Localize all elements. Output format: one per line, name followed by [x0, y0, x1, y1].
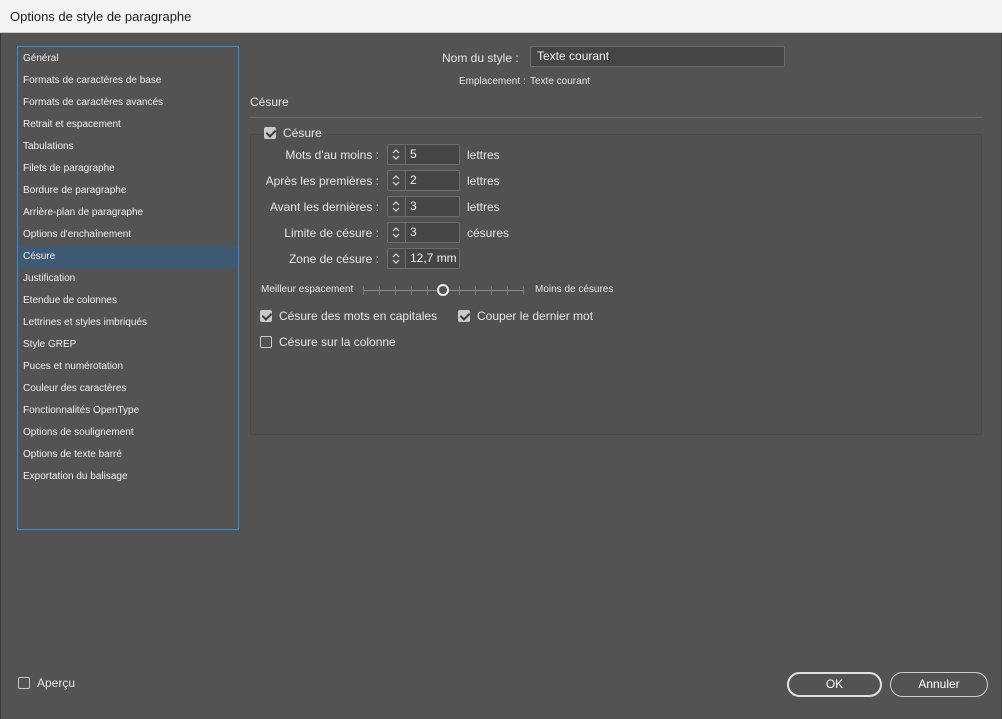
sidebar-item-opentype[interactable]: Fonctionnalités OpenType — [19, 400, 237, 422]
slider-tick — [523, 286, 524, 295]
slider-left-label: Meilleur espacement — [261, 284, 354, 295]
spacing-slider-thumb[interactable] — [437, 284, 449, 296]
sidebar-item-keep-options[interactable]: Options d'enchaînement — [19, 224, 237, 246]
window-title: Options de style de paragraphe — [10, 9, 192, 24]
dialog-body: Général Formats de caractères de base Fo… — [0, 33, 1002, 719]
sidebar-item-character-color[interactable]: Couleur des caractères — [19, 378, 237, 400]
sidebar-item-paragraph-border[interactable]: Bordure de paragraphe — [19, 180, 237, 202]
category-list[interactable]: Général Formats de caractères de base Fo… — [17, 46, 239, 530]
slider-tick — [475, 286, 476, 295]
after-first-unit: lettres — [467, 174, 500, 188]
section-title: Césure — [250, 95, 289, 109]
words-min-input[interactable]: 5 — [405, 144, 460, 165]
after-first-stepper[interactable] — [387, 170, 405, 191]
preview-label[interactable]: Aperçu — [37, 676, 75, 690]
cancel-button[interactable]: Annuler — [890, 672, 988, 697]
sidebar-item-underline-options[interactable]: Options de soulignement — [19, 422, 237, 444]
across-column-checkbox[interactable] — [260, 336, 272, 348]
after-first-label: Après les premières : — [265, 174, 379, 188]
sidebar-item-advanced-character-formats[interactable]: Formats de caractères avancés — [19, 92, 237, 114]
before-last-unit: lettres — [467, 200, 500, 214]
last-word-label[interactable]: Couper le dernier mot — [477, 309, 593, 323]
sidebar-item-general[interactable]: Général — [19, 48, 237, 70]
hyphen-limit-input[interactable]: 3 — [405, 222, 460, 243]
capitalized-label[interactable]: Césure des mots en capitales — [279, 309, 437, 323]
stepper-arrows-icon — [392, 149, 400, 160]
words-min-unit: lettres — [467, 148, 500, 162]
style-name-input[interactable]: Texte courant — [530, 46, 785, 67]
before-last-stepper[interactable] — [387, 196, 405, 217]
stepper-arrows-icon — [392, 253, 400, 264]
after-first-input[interactable]: 2 — [405, 170, 460, 191]
words-min-stepper[interactable] — [387, 144, 405, 165]
before-last-input[interactable]: 3 — [405, 196, 460, 217]
preview-checkbox[interactable] — [18, 677, 30, 689]
hyphen-zone-input[interactable]: 12,7 mm — [405, 248, 460, 269]
slider-tick — [379, 286, 380, 295]
sidebar-item-drop-caps[interactable]: Lettrines et styles imbriqués — [19, 312, 237, 334]
sidebar-item-justification[interactable]: Justification — [19, 268, 237, 290]
across-column-label[interactable]: Césure sur la colonne — [279, 335, 396, 349]
hyphen-zone-stepper[interactable] — [387, 248, 405, 269]
sidebar-item-paragraph-rules[interactable]: Filets de paragraphe — [19, 158, 237, 180]
stepper-arrows-icon — [392, 227, 400, 238]
hyphen-limit-stepper[interactable] — [387, 222, 405, 243]
hyphen-limit-label: Limite de césure : — [284, 226, 379, 240]
sidebar-item-tabs[interactable]: Tabulations — [19, 136, 237, 158]
slider-tick — [491, 286, 492, 295]
title-bar: Options de style de paragraphe — [0, 0, 1002, 33]
sidebar-item-basic-character-formats[interactable]: Formats de caractères de base — [19, 70, 237, 92]
words-min-label: Mots d'au moins : — [285, 148, 379, 162]
hyphen-limit-unit: césures — [467, 226, 510, 240]
slider-tick — [395, 286, 396, 295]
sidebar-item-bullets-numbering[interactable]: Puces et numérotation — [19, 356, 237, 378]
section-divider — [250, 117, 982, 118]
location-label: Emplacement : — [459, 76, 526, 87]
sidebar-item-indents-spacing[interactable]: Retrait et espacement — [19, 114, 237, 136]
sidebar-item-paragraph-shading[interactable]: Arrière-plan de paragraphe — [19, 202, 237, 224]
sidebar-item-strikethrough-options[interactable]: Options de texte barré — [19, 444, 237, 466]
slider-right-label: Moins de césures — [535, 284, 614, 295]
slider-tick — [411, 286, 412, 295]
style-name-label: Nom du style : — [442, 51, 519, 65]
stepper-arrows-icon — [392, 175, 400, 186]
hyphenation-checkbox-label[interactable]: Césure — [283, 126, 326, 140]
capitalized-checkbox[interactable] — [260, 310, 272, 322]
before-last-label: Avant les dernières : — [269, 200, 379, 214]
slider-tick — [363, 286, 364, 295]
slider-tick — [427, 286, 428, 295]
sidebar-item-span-columns[interactable]: Etendue de colonnes — [19, 290, 237, 312]
last-word-checkbox[interactable] — [458, 310, 470, 322]
sidebar-item-hyphenation[interactable]: Césure — [19, 246, 237, 268]
hyphen-zone-label: Zone de césure : — [288, 252, 379, 266]
ok-button[interactable]: OK — [787, 672, 882, 697]
location-value: Texte courant — [530, 76, 591, 87]
stepper-arrows-icon — [392, 201, 400, 212]
hyphenation-checkbox[interactable] — [264, 127, 276, 139]
sidebar-item-export-tagging[interactable]: Exportation du balisage — [19, 466, 237, 488]
sidebar-item-grep-style[interactable]: Style GREP — [19, 334, 237, 356]
slider-tick — [459, 286, 460, 295]
slider-tick — [507, 286, 508, 295]
